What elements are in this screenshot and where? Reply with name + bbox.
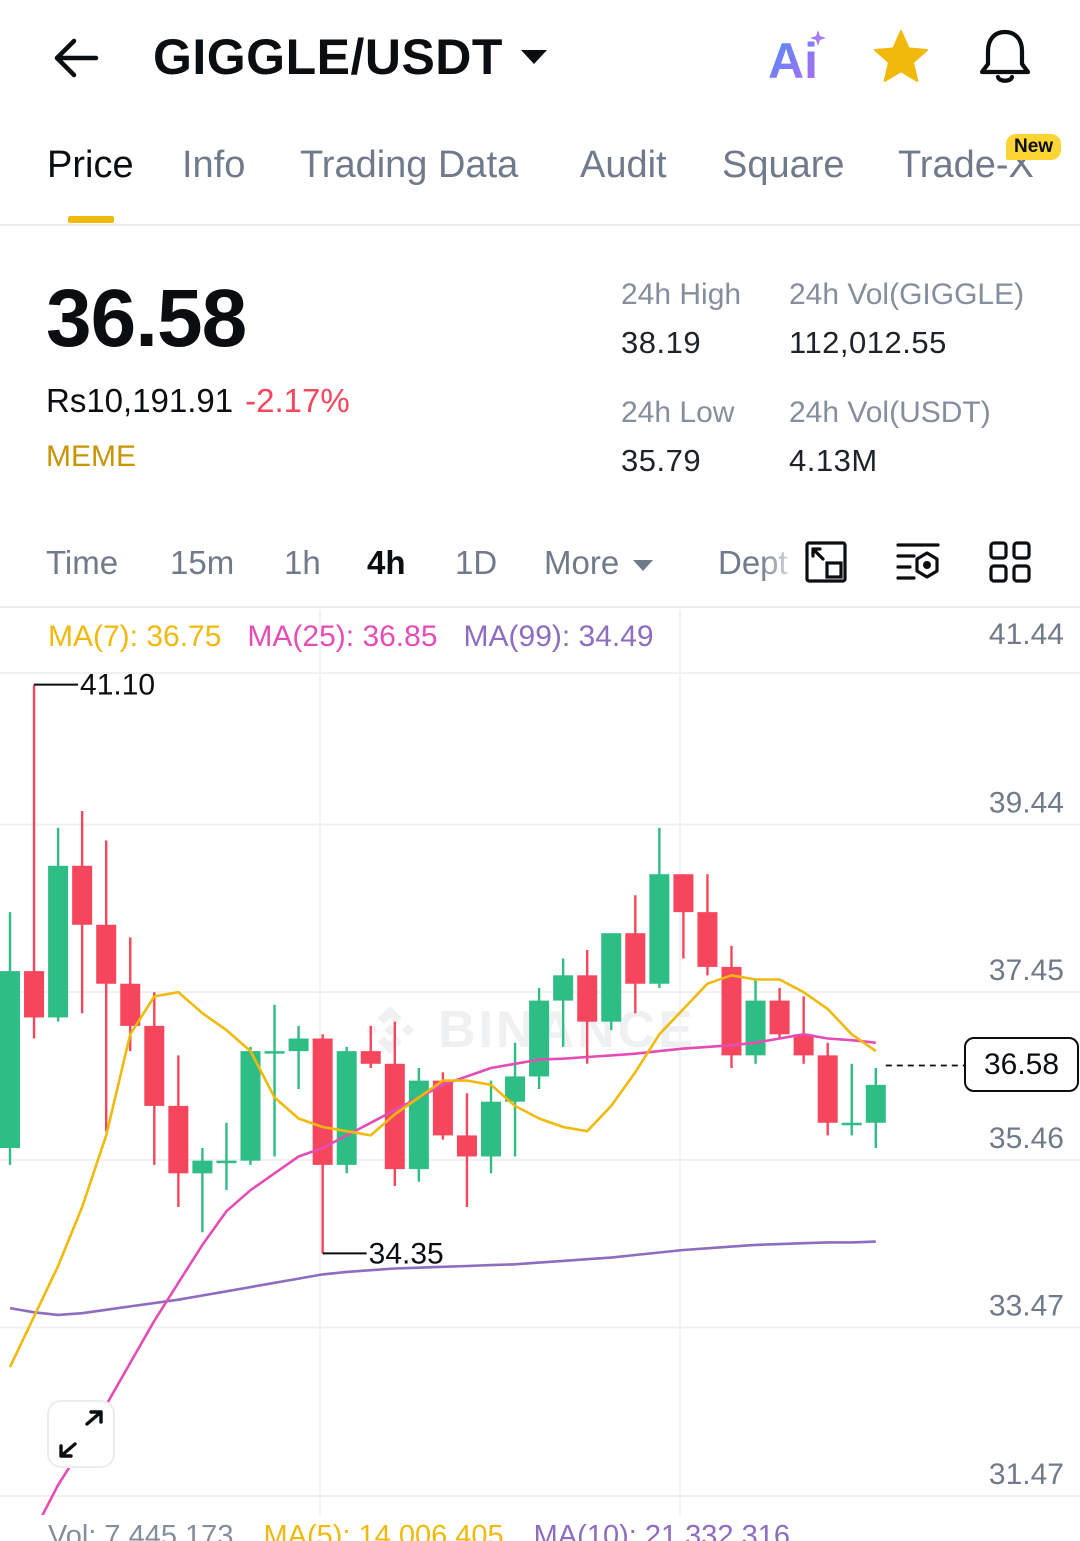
- candle-body: [577, 975, 598, 1022]
- interval-15m[interactable]: 15m: [170, 544, 234, 582]
- candle-body: [601, 933, 622, 1022]
- candle-body: [240, 1051, 261, 1161]
- indicator-settings-icon[interactable]: [896, 540, 940, 584]
- interval-1d[interactable]: 1D: [455, 544, 497, 582]
- volume-value: Vol: 7,445.173: [48, 1520, 234, 1541]
- candle-body: [553, 975, 574, 1001]
- candle-body: [841, 1122, 862, 1126]
- vol-quote-value: 4.13M: [789, 443, 878, 478]
- candle-body: [312, 1038, 333, 1165]
- current-price-tag: 36.58: [964, 1037, 1079, 1093]
- caret-down-icon: [633, 559, 654, 571]
- candle-body: [144, 1025, 165, 1106]
- candle-body: [168, 1105, 189, 1174]
- chart-mode-icon[interactable]: [804, 540, 848, 584]
- candle-body: [24, 971, 45, 1018]
- y-axis-tick-label: 33.47: [989, 1289, 1064, 1322]
- candle-body: [745, 1000, 766, 1056]
- y-axis-tick-label: 41.44: [989, 618, 1064, 651]
- caret-down-icon: [520, 50, 547, 64]
- interval-1h[interactable]: 1h: [284, 544, 321, 582]
- expand-arrows-icon: [59, 1410, 103, 1458]
- candle-body: [264, 1051, 285, 1054]
- svg-text:Ai: Ai: [768, 33, 818, 84]
- candle-body: [216, 1160, 237, 1164]
- interval-4h[interactable]: 4h: [367, 544, 406, 582]
- y-axis-tick-label: 39.44: [989, 787, 1064, 820]
- candle-body: [360, 1051, 381, 1064]
- expand-chart-button[interactable]: [47, 1400, 115, 1468]
- interval-more-label: More: [544, 544, 620, 581]
- candle-body: [673, 874, 694, 913]
- ai-assistant-icon[interactable]: Ai: [766, 28, 830, 84]
- new-badge: New: [1006, 134, 1062, 160]
- candle-body: [793, 1034, 814, 1056]
- candle-body: [529, 1000, 550, 1077]
- candle-body: [505, 1076, 526, 1102]
- notification-bell-icon[interactable]: [976, 26, 1034, 86]
- low-label: 24h Low: [621, 396, 735, 429]
- candle-body: [336, 1051, 357, 1165]
- pair-selector[interactable]: GIGGLE/USDT: [153, 28, 547, 86]
- low-value: 35.79: [621, 443, 702, 478]
- vol-base-value: 112,012.55: [789, 325, 947, 360]
- category-tag[interactable]: MEME: [46, 440, 136, 474]
- pair-title: GIGGLE/USDT: [153, 29, 503, 85]
- scroll-fade: [760, 536, 800, 596]
- back-arrow-icon[interactable]: [48, 30, 104, 86]
- fiat-price: Rs10,191.91: [46, 382, 234, 419]
- high-label: 24h High: [621, 278, 742, 311]
- candle-body: [865, 1084, 886, 1123]
- chart-canvas: 41.44 39.44 37.45 35.46 33.47 31.47 41.10 34.35: [0, 610, 1080, 1515]
- candle-body: [817, 1055, 838, 1123]
- last-price: 36.58: [46, 273, 247, 364]
- top-bar: GIGGLE/USDT Ai: [0, 0, 1080, 115]
- price-change-percent: -2.17%: [245, 382, 350, 419]
- interval-time[interactable]: Time: [46, 544, 118, 582]
- candle-body: [721, 966, 742, 1056]
- candle-body: [96, 924, 117, 984]
- y-axis-tick-label: 35.46: [989, 1122, 1064, 1155]
- candle-body: [456, 1135, 477, 1157]
- grid-layout-icon[interactable]: [988, 540, 1032, 584]
- candle-body: [481, 1101, 501, 1157]
- fiat-price-line: Rs10,191.91 -2.17%: [46, 382, 350, 420]
- candle-body: [0, 971, 20, 1149]
- volume-legend: Vol: 7,445.173 MA(5): 14,006.405 MA(10): 2…: [48, 1520, 820, 1541]
- candle-body: [288, 1038, 309, 1052]
- candle-body: [649, 874, 670, 984]
- candle-body: [192, 1160, 213, 1174]
- favorite-star-icon[interactable]: [872, 28, 930, 86]
- vol-base-label: 24h Vol(GIGGLE): [789, 278, 1025, 311]
- tab-square[interactable]: Square: [722, 144, 845, 187]
- candle-body: [384, 1063, 405, 1170]
- volume-ma5: MA(5): 14,006.405: [263, 1520, 504, 1541]
- vol-quote-label: 24h Vol(USDT): [789, 396, 991, 429]
- candle-body: [697, 912, 718, 967]
- high-value: 38.19: [621, 325, 702, 360]
- y-axis-tick-label: 37.45: [989, 954, 1064, 987]
- active-tab-indicator: [68, 216, 114, 223]
- candle-body: [769, 1000, 790, 1035]
- candle-body: [120, 983, 141, 1026]
- tab-audit[interactable]: Audit: [580, 144, 667, 187]
- tab-info[interactable]: Info: [182, 144, 245, 187]
- candle-body: [625, 933, 646, 984]
- tab-price[interactable]: Price: [47, 144, 134, 187]
- tab-trading-data[interactable]: Trading Data: [300, 144, 518, 187]
- high-marker-label: 41.10: [80, 669, 155, 702]
- candle-body: [48, 865, 69, 1018]
- interval-more[interactable]: More: [544, 544, 654, 582]
- main-tabs: Price Info Trading Data Audit Square Tra…: [0, 120, 1080, 226]
- candle-body: [72, 865, 93, 925]
- low-marker-label: 34.35: [369, 1237, 444, 1270]
- volume-ma10: MA(10): 21,332.316: [533, 1520, 790, 1541]
- candlestick-chart[interactable]: BINANCE 41.44 39.44 37.45 35.46 33.47 31.47 41…: [0, 610, 1080, 1515]
- y-axis-tick-label: 31.47: [989, 1458, 1064, 1491]
